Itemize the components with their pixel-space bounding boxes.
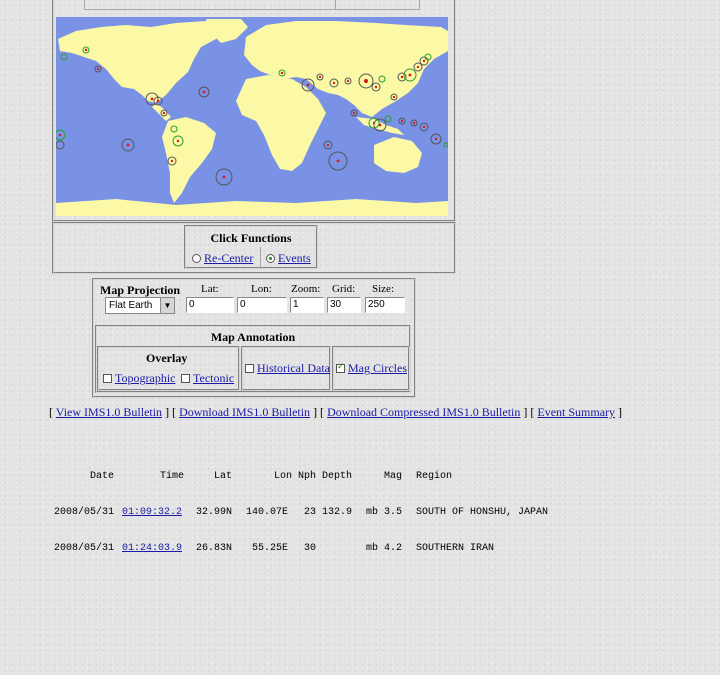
row-region: SOUTH OF HONSHU, JAPAN	[416, 507, 549, 518]
row-nph: 23	[304, 507, 317, 518]
size-label: Size:	[372, 283, 394, 295]
row-lat: 26.83N	[196, 543, 233, 554]
row-date: 2008/05/31	[54, 543, 115, 554]
historical-data-link[interactable]: Historical Data	[257, 361, 330, 376]
projection-select[interactable]: Flat Earth ▼	[105, 297, 175, 314]
size-input[interactable]: 250	[365, 297, 405, 313]
header-mag: Mag	[384, 471, 403, 482]
row-date: 2008/05/31	[54, 507, 115, 518]
view-ims-bulletin-link[interactable]: View IMS1.0 Bulletin	[56, 405, 162, 419]
row-time-link[interactable]: 01:24:03.9	[122, 543, 182, 555]
mag-circles-link[interactable]: Mag Circles	[348, 361, 407, 376]
lon-label: Lon:	[251, 283, 272, 295]
download-compressed-bulletin-link[interactable]: Download Compressed IMS1.0 Bulletin	[327, 405, 520, 419]
lon-input[interactable]: 0	[237, 297, 287, 313]
lat-input[interactable]: 0	[186, 297, 234, 313]
download-ims-bulletin-link[interactable]: Download IMS1.0 Bulletin	[179, 405, 310, 419]
row-mag: 3.5	[384, 507, 403, 518]
recenter-radio-option[interactable]: Re-Center	[192, 251, 253, 266]
events-radio[interactable]	[266, 254, 275, 263]
grid-label: Grid:	[332, 283, 356, 295]
table-row: 2008/05/31 01:24:03.9 26.83N 55.25E 30 m…	[54, 543, 494, 555]
header-lat: Lat	[214, 471, 233, 482]
overlay-label: Overlay	[146, 351, 188, 365]
tectonic-link[interactable]: Tectonic	[193, 371, 234, 386]
lat-label: Lat:	[201, 283, 219, 295]
events-table: Date Time Lat Lon Nph Depth Mag Region 2…	[54, 447, 548, 567]
recenter-link[interactable]: Re-Center	[204, 251, 253, 266]
topographic-option[interactable]: Topographic	[103, 371, 175, 386]
world-map[interactable]	[56, 17, 448, 216]
recenter-radio[interactable]	[192, 254, 201, 263]
row-region: SOUTHERN IRAN	[416, 543, 495, 554]
mag-circles-checkbox[interactable]	[336, 362, 345, 373]
row-lon: 55.25E	[252, 543, 289, 554]
row-magtype: mb	[366, 543, 379, 554]
row-lat: 32.99N	[196, 507, 233, 518]
header-date: Date	[90, 471, 115, 482]
map-annotation-title: Map Annotation	[210, 330, 296, 344]
header-nph: Nph	[298, 471, 317, 482]
mag-circles-option[interactable]: Mag Circles	[336, 361, 407, 376]
header-region: Region	[416, 471, 453, 482]
projection-value: Flat Earth	[109, 300, 153, 311]
row-magtype: mb	[366, 507, 379, 518]
grid-input[interactable]: 30	[327, 297, 361, 313]
row-mag: 4.2	[384, 543, 403, 554]
bulletin-links: [ View IMS1.0 Bulletin ] [ Download IMS1…	[49, 405, 623, 419]
event-summary-link[interactable]: Event Summary	[537, 405, 615, 419]
header-depth: Depth	[322, 471, 353, 482]
table-header-row: Date Time Lat Lon Nph Depth Mag Region	[54, 471, 452, 483]
zoom-label: Zoom:	[291, 283, 321, 295]
projection-label: Map Projection	[100, 283, 181, 297]
historical-data-option[interactable]: Historical Data	[245, 361, 330, 376]
header-lon: Lon	[274, 471, 293, 482]
historical-data-checkbox[interactable]	[245, 364, 254, 373]
row-time-link[interactable]: 01:09:32.2	[122, 507, 182, 519]
row-nph: 30	[304, 543, 317, 554]
tectonic-option[interactable]: Tectonic	[181, 371, 234, 386]
events-radio-option[interactable]: Events	[266, 251, 311, 266]
topographic-link[interactable]: Topographic	[115, 371, 175, 386]
click-functions-title: Click Functions	[210, 231, 292, 245]
zoom-input[interactable]: 1	[290, 297, 324, 313]
click-functions-box: Click Functions Re-Center Events	[184, 225, 318, 269]
row-depth: 132.9	[322, 507, 353, 518]
top-toolbar-remnant	[84, 0, 420, 10]
header-time: Time	[160, 471, 185, 482]
landmass-antarctica	[56, 199, 448, 216]
row-lon: 140.07E	[246, 507, 289, 518]
chevron-down-icon[interactable]: ▼	[160, 298, 174, 313]
events-link[interactable]: Events	[278, 251, 311, 266]
tectonic-checkbox[interactable]	[181, 374, 190, 383]
topographic-checkbox[interactable]	[103, 374, 112, 383]
table-row: 2008/05/31 01:09:32.2 32.99N 140.07E 23 …	[54, 507, 548, 519]
